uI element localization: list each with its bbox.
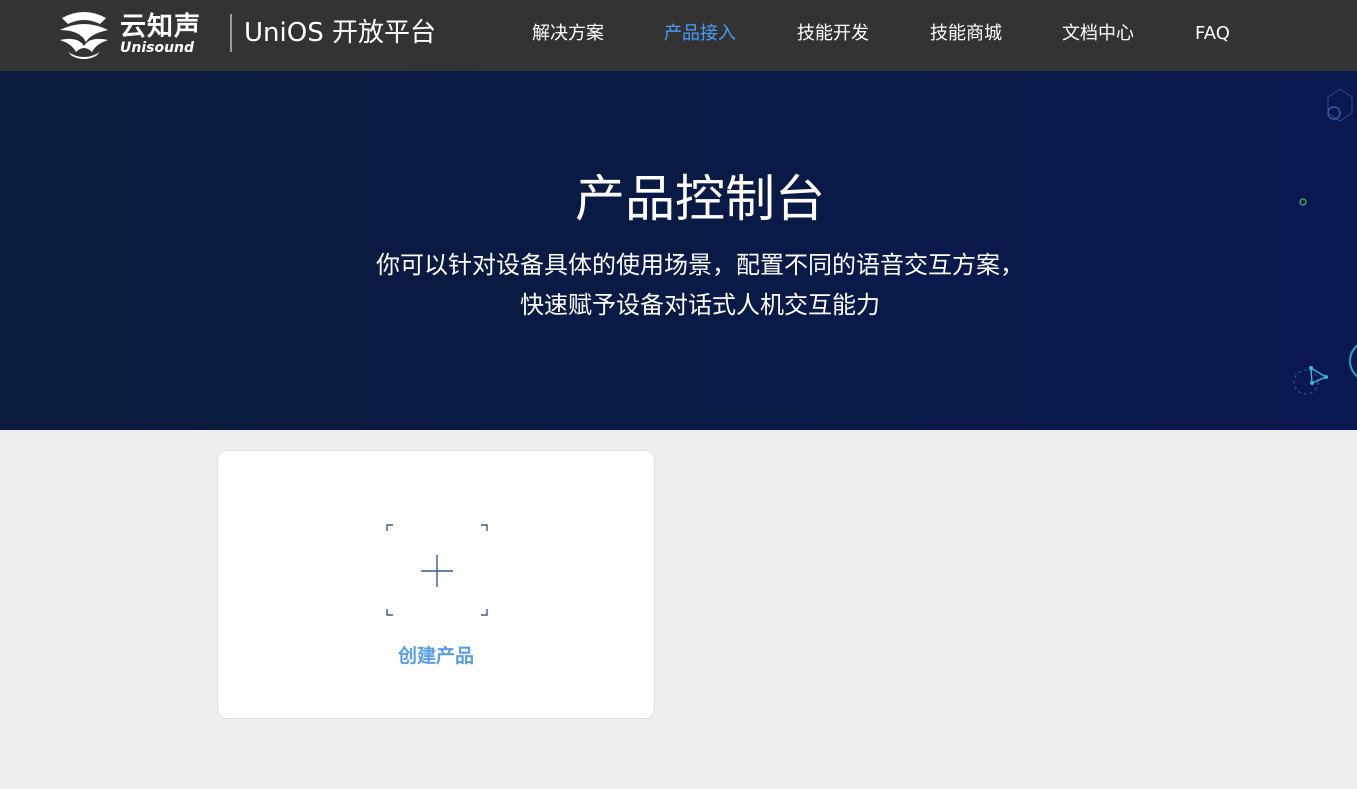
logo-divider — [230, 14, 232, 52]
platform-name: UniOS 开放平台 — [244, 18, 436, 48]
create-product-label: 创建产品 — [397, 645, 474, 667]
top-navigation-bar: 云知声 Unisound UniOS 开放平台 解决方案 产品接入 技能开发 技… — [0, 0, 1357, 71]
create-product-card[interactable]: 创建产品 — [217, 450, 655, 719]
page-title: 产品控制台 — [575, 170, 825, 228]
hero-banner: 产品控制台 你可以针对设备具体的使用场景，配置不同的语音交互方案， 快速赋予设备… — [0, 71, 1357, 430]
logo-english-name: Unisound — [120, 40, 195, 56]
logo[interactable]: 云知声 Unisound UniOS 开放平台 — [56, 8, 436, 60]
logo-chinese-name: 云知声 — [120, 12, 202, 42]
nav-item-docs[interactable]: 文档中心 — [1062, 22, 1134, 46]
nav-item-skill-dev[interactable]: 技能开发 — [797, 22, 869, 46]
unisound-logo-icon — [60, 12, 108, 59]
nav-item-faq[interactable]: FAQ — [1195, 22, 1230, 46]
hero-description-line-2: 快速赋予设备对话式人机交互能力 — [520, 291, 880, 319]
nav-item-product-access[interactable]: 产品接入 — [664, 22, 736, 46]
nav-item-solutions[interactable]: 解决方案 — [532, 22, 604, 46]
hero-description-line-1: 你可以针对设备具体的使用场景，配置不同的语音交互方案， — [376, 251, 1024, 279]
nav-item-skill-store[interactable]: 技能商城 — [930, 22, 1002, 46]
plus-icon — [386, 524, 488, 616]
